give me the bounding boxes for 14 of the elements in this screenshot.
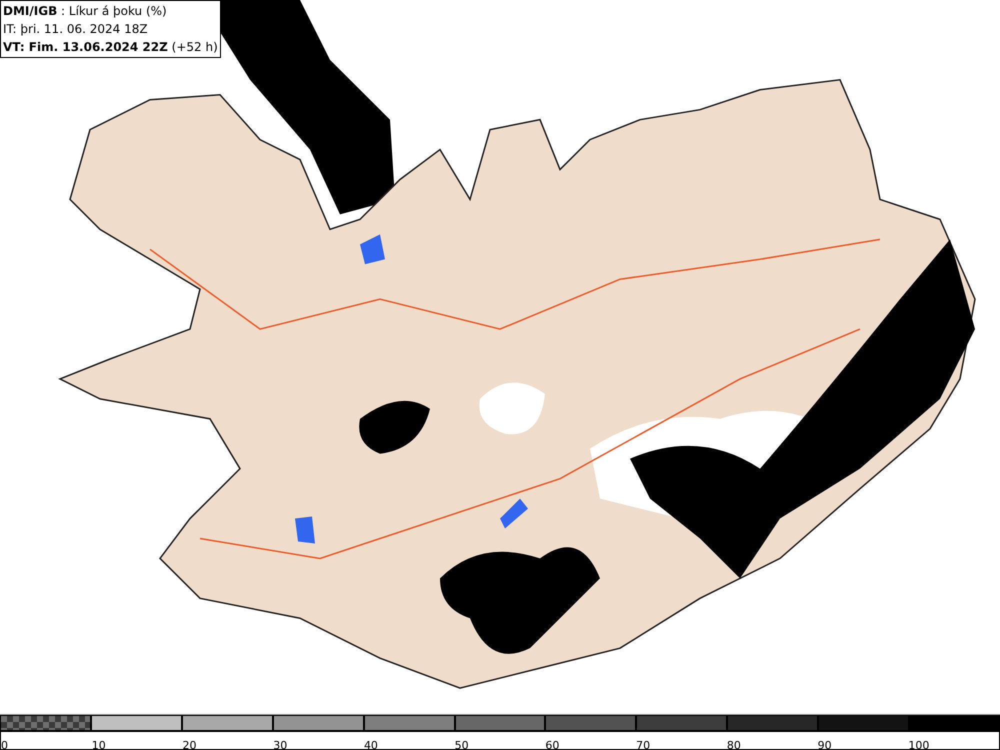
header-line: VT: Fim. 13.06.2024 22Z (+52 h) bbox=[3, 39, 218, 56]
legend-label: 80 bbox=[726, 739, 741, 750]
legend-label: 40 bbox=[364, 739, 378, 750]
header-line: DMI/IGB : Líkur á þoku (%) bbox=[3, 3, 168, 20]
legend-label: 50 bbox=[454, 739, 469, 750]
legend-label: 90 bbox=[818, 739, 832, 750]
legend-label: 30 bbox=[273, 739, 288, 750]
legend-label: 60 bbox=[545, 739, 560, 750]
legend-label: 70 bbox=[636, 739, 650, 750]
legend-label: 0 bbox=[1, 739, 8, 750]
header-line: IT: þri. 11. 06. 2024 18Z bbox=[3, 21, 149, 38]
legend-label: 20 bbox=[182, 739, 196, 750]
legend-label: 100 bbox=[908, 739, 930, 750]
legend-label: 10 bbox=[92, 739, 106, 750]
